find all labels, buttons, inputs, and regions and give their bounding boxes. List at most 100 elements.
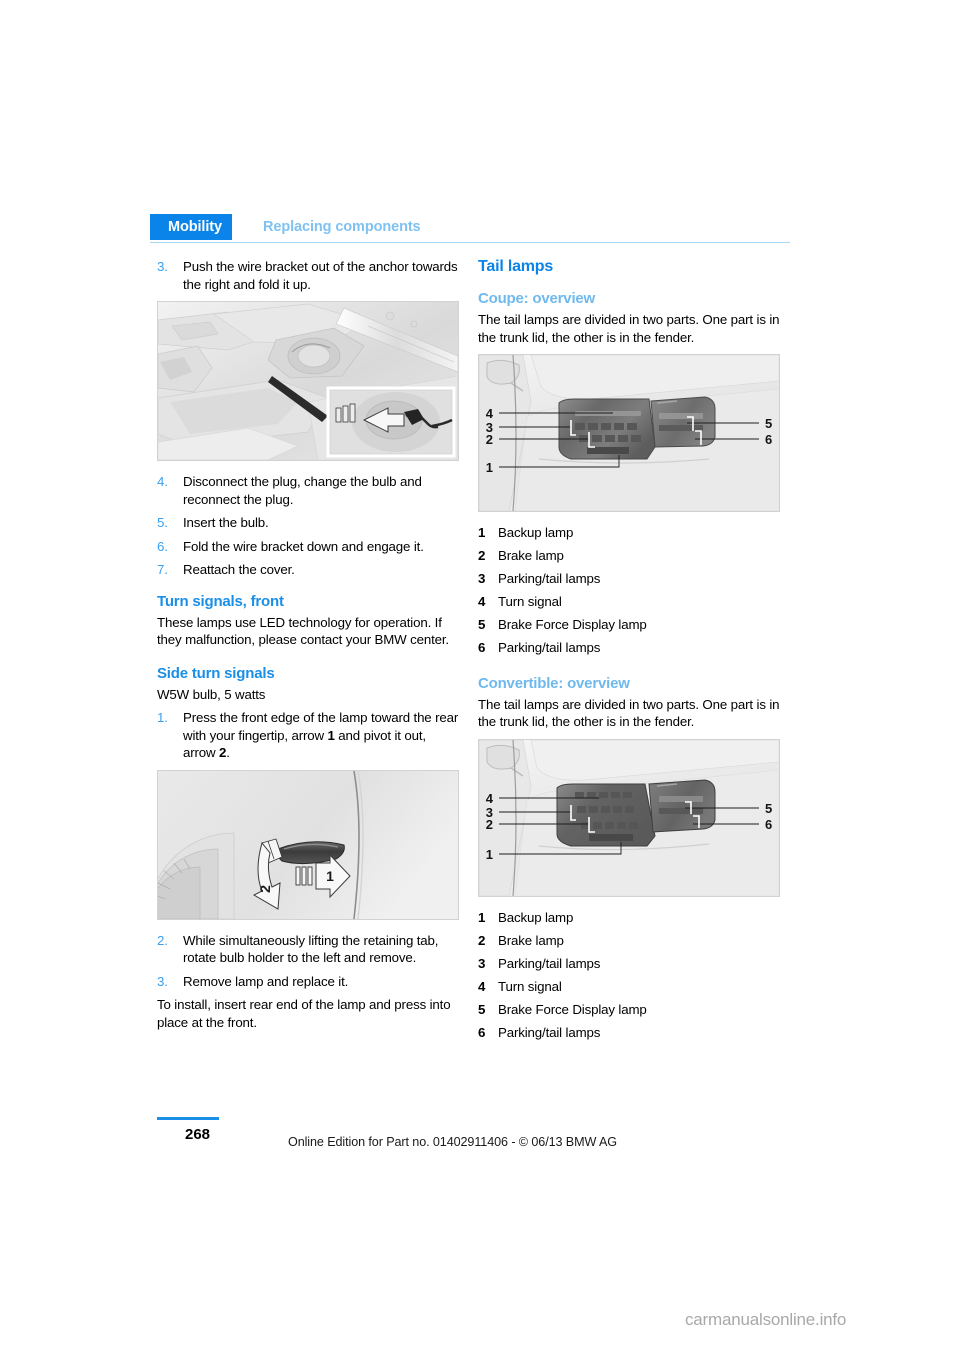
- legend-number: 5: [478, 617, 486, 632]
- heading-side-turn-signals: Side turn signals: [157, 664, 275, 682]
- step-list-front-bulb-continued: 4. Disconnect the plug, change the bulb …: [157, 473, 459, 579]
- svg-text:4: 4: [486, 791, 494, 806]
- heading-convertible-overview: Convertible: overview: [478, 674, 630, 692]
- legend-item: 2 Brake lamp: [478, 932, 780, 950]
- legend-item: 2 Brake lamp: [478, 547, 780, 565]
- step-number: 5.: [157, 515, 168, 530]
- figure-convertible-tail-lamp: 4 3 2 1 5 6 WY2351107VA: [478, 738, 780, 897]
- svg-text:1: 1: [486, 460, 493, 475]
- step-text: Remove lamp and replace it.: [183, 973, 349, 989]
- legend-item: 6 Parking/tail lamps: [478, 639, 780, 657]
- step-item: 4. Disconnect the plug, change the bulb …: [157, 473, 459, 508]
- legend-label: Backup lamp: [498, 525, 574, 540]
- svg-text:1: 1: [326, 868, 334, 884]
- legend-number: 3: [478, 571, 486, 586]
- step-item: 2. While simultaneously lifting the reta…: [157, 932, 459, 967]
- heading-turn-signals-front: Turn signals, front: [157, 592, 284, 610]
- legend-number: 2: [478, 548, 486, 563]
- legend-number: 3: [478, 955, 486, 971]
- paragraph-coupe-overview: The tail lamps are divided in two parts.…: [478, 312, 780, 345]
- step-text: While simultaneously lifting the retaini…: [183, 932, 439, 966]
- figure-coupe-tail-lamp: 4 3 2 1 5 6 WY2351107VA: [478, 354, 780, 512]
- step-item: 3. Remove lamp and replace it.: [157, 973, 459, 991]
- legend-number: 2: [478, 932, 486, 948]
- svg-text:6: 6: [765, 432, 772, 447]
- paragraph-convertible-overview: The tail lamps are divided in two parts.…: [478, 696, 780, 730]
- legend-item: 4 Turn signal: [478, 593, 780, 611]
- side-marker-illustration: 1 2: [158, 770, 458, 919]
- legend-item: 3 Parking/tail lamps: [478, 570, 780, 588]
- legend-label: Brake Force Display lamp: [498, 617, 647, 632]
- step-item: 5. Insert the bulb.: [157, 514, 459, 532]
- step-list-side-turn-continued: 2. While simultaneously lifting the reta…: [157, 932, 459, 991]
- step-text: Reattach the cover.: [183, 562, 295, 577]
- step-text: Disconnect the plug, change the bulb and…: [183, 474, 422, 507]
- edition-notice: Online Edition for Part no. 01402911406 …: [288, 1135, 617, 1149]
- engine-bay-illustration: [158, 302, 458, 460]
- legend-item: 5 Brake Force Display lamp: [478, 616, 780, 634]
- legend-label: Turn signal: [498, 978, 562, 994]
- paragraph-turn-signals-front: These lamps use LED technology for opera…: [157, 614, 449, 648]
- step-arrow-ref-1: 1: [327, 727, 335, 743]
- legend-item: 1 Backup lamp: [478, 524, 780, 542]
- legend-label: Parking/tail lamps: [498, 955, 601, 971]
- legend-label: Parking/tail lamps: [498, 571, 601, 586]
- legend-item: 4 Turn signal: [478, 978, 780, 996]
- step-text: Push the wire bracket out of the anchor …: [183, 259, 458, 292]
- heading-coupe-overview: Coupe: overview: [478, 290, 596, 307]
- svg-text:5: 5: [765, 801, 772, 816]
- figure-side-turn-signal: 1 2 WY221104: [157, 769, 459, 920]
- legend-label: Brake lamp: [498, 548, 564, 563]
- step-number: 3.: [157, 973, 168, 989]
- legend-label: Brake lamp: [498, 932, 564, 948]
- step-item: 1. Press the front edge of the lamp towa…: [157, 709, 459, 762]
- step-text: Insert the bulb.: [183, 515, 269, 530]
- paragraph-side-turn-install: To install, insert rear end of the lamp …: [157, 997, 451, 1030]
- figure-engine-bay-photo: WY201905CA: [157, 301, 459, 461]
- step-list-front-bulb: 3. Push the wire bracket out of the anch…: [157, 258, 459, 293]
- right-column: Tail lamps Coupe: overview The tail lamp…: [478, 258, 780, 1047]
- footer-divider: [157, 1117, 219, 1120]
- step-list-side-turn: 1. Press the front edge of the lamp towa…: [157, 709, 459, 762]
- legend-label: Turn signal: [498, 594, 562, 609]
- running-header: Mobility Replacing components: [150, 214, 790, 243]
- svg-text:2: 2: [486, 817, 493, 832]
- manual-page: Mobility Replacing components 3. Push th…: [0, 0, 960, 1358]
- legend-label: Backup lamp: [498, 909, 574, 925]
- header-section-subtitle: Replacing components: [263, 219, 421, 235]
- left-column: 3. Push the wire bracket out of the anch…: [157, 258, 459, 1037]
- svg-text:2: 2: [257, 884, 273, 893]
- legend-item: 5 Brake Force Display lamp: [478, 1001, 780, 1019]
- step-number: 6.: [157, 538, 168, 554]
- legend-number: 4: [478, 594, 486, 609]
- step-number: 4.: [157, 474, 168, 489]
- legend-convertible-tail-lamp: 1 Backup lamp 2 Brake lamp 3 Parking/tail l…: [478, 909, 780, 1042]
- legend-number: 5: [478, 1001, 486, 1017]
- step-number: 2.: [157, 932, 168, 948]
- page-number: 268: [185, 1126, 211, 1143]
- svg-text:6: 6: [765, 817, 772, 832]
- legend-coupe-tail-lamp: 1 Backup lamp 2 Brake lamp 3 Parking/tail l…: [478, 524, 780, 657]
- legend-number: 6: [478, 640, 486, 655]
- svg-text:1: 1: [486, 847, 493, 862]
- step-item: 3. Push the wire bracket out of the anch…: [157, 258, 459, 293]
- legend-item: 6 Parking/tail lamps: [478, 1024, 780, 1042]
- paragraph-side-turn-bulb-spec: W5W bulb, 5 watts: [157, 686, 266, 702]
- svg-text:2: 2: [486, 432, 493, 447]
- step-number: 1.: [157, 710, 168, 725]
- site-watermark: carmanualsonline.info: [685, 1310, 847, 1329]
- step-item: 7. Reattach the cover.: [157, 561, 459, 579]
- step-text: Fold the wire bracket down and engage it…: [183, 538, 424, 554]
- step-text-part-c: .: [226, 745, 230, 760]
- convertible-tail-lamp-illustration: 4 3 2 1 5 6: [479, 739, 779, 896]
- legend-item: 1 Backup lamp: [478, 909, 780, 927]
- legend-label: Parking/tail lamps: [498, 640, 601, 655]
- step-number: 7.: [157, 562, 168, 577]
- step-item: 6. Fold the wire bracket down and engage…: [157, 538, 459, 556]
- legend-label: Brake Force Display lamp: [498, 1001, 647, 1017]
- header-section-tag: Mobility: [150, 214, 232, 240]
- coupe-tail-lamp-illustration: 4 3 2 1 5 6: [479, 355, 779, 511]
- legend-item: 3 Parking/tail lamps: [478, 955, 780, 973]
- legend-number: 6: [478, 1024, 486, 1040]
- header-divider: [150, 242, 790, 243]
